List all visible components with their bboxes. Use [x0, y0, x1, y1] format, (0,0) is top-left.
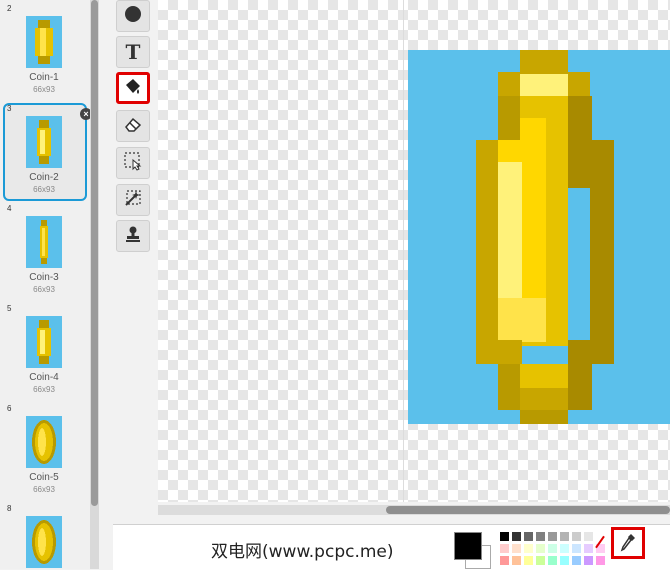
costume-item[interactable]: 8: [0, 500, 88, 569]
text-icon: T: [125, 40, 141, 64]
color-palette: [499, 531, 611, 567]
paint-bucket-icon: [124, 77, 142, 100]
palette-swatch[interactable]: [499, 531, 510, 542]
coin-bottom-left: [498, 364, 522, 410]
select-icon: [123, 151, 143, 176]
palette-swatch[interactable]: [511, 531, 522, 542]
coin-upper-face: [520, 118, 546, 140]
palette-swatch[interactable]: [511, 543, 522, 554]
palette-swatch[interactable]: [523, 543, 534, 554]
costume-list-scrollbar[interactable]: [90, 0, 99, 569]
palette-swatch[interactable]: [583, 531, 594, 542]
costume-name: Coin-4: [29, 372, 59, 383]
costume-size: 66x93: [33, 85, 55, 94]
eyedropper-icon: [620, 534, 635, 552]
costume-name: Coin-5: [29, 472, 59, 483]
canvas-scroll-thumb[interactable]: [386, 506, 670, 514]
costume-thumbnail: [26, 516, 62, 568]
costume-number: 4: [7, 204, 12, 213]
palette-swatch[interactable]: [583, 555, 594, 566]
palette-swatch[interactable]: [535, 543, 546, 554]
coin-lower-right: [568, 340, 614, 364]
palette-swatch[interactable]: [535, 555, 546, 566]
costume-name: Coin-3: [29, 272, 59, 283]
costume-number: 6: [7, 404, 12, 413]
drawing-canvas[interactable]: [158, 0, 670, 502]
coin-top-cap: [520, 50, 568, 72]
palette-swatch[interactable]: [595, 555, 606, 566]
coin-highlight: [498, 162, 522, 298]
palette-swatch[interactable]: [571, 543, 582, 554]
costume-number: 2: [7, 4, 12, 13]
costume-list: 2 Coin-1 66x93 3 Coin-2 66x93 4 Coin-3 66x93 5 Coi…: [0, 0, 90, 569]
ellipse-tool[interactable]: [116, 0, 150, 32]
coin-left-edge: [476, 140, 500, 340]
palette-swatch[interactable]: [523, 555, 534, 566]
costume-size: 66x93: [33, 285, 55, 294]
coin-mid-band: [546, 140, 568, 340]
costume-item[interactable]: 6 Coin-5 66x93: [0, 400, 88, 496]
palette-swatch[interactable]: [499, 543, 510, 554]
palette-swatch[interactable]: [511, 555, 522, 566]
coin-right-shadow: [568, 96, 592, 188]
costume-thumbnail: [26, 316, 62, 368]
costume-size: 66x93: [33, 485, 55, 494]
watermark-text: 双电网(www.pcpc.me): [211, 542, 394, 562]
palette-swatch[interactable]: [559, 555, 570, 566]
costume-size: 66x93: [33, 385, 55, 394]
text-tool[interactable]: T: [116, 36, 150, 68]
palette-swatch[interactable]: [547, 543, 558, 554]
magic-select-tool[interactable]: [116, 184, 150, 216]
delete-costume-button[interactable]: ×: [80, 108, 90, 120]
costume-item[interactable]: 3 Coin-2 66x93: [0, 100, 88, 201]
palette-swatch[interactable]: [535, 531, 546, 542]
costume-item[interactable]: 2 Coin-1 66x93: [0, 0, 88, 96]
coin-bottom-band: [520, 364, 568, 388]
coin-lower-face: [498, 298, 546, 342]
palette-swatch[interactable]: [499, 555, 510, 566]
costume-thumbnail: [26, 116, 62, 168]
fill-tool[interactable]: [116, 72, 150, 104]
coin-costume-image: [408, 50, 670, 424]
palette-swatch[interactable]: [523, 531, 534, 542]
palette-swatch[interactable]: [547, 531, 558, 542]
select-tool[interactable]: [116, 147, 150, 179]
costume-number: 3: [7, 104, 12, 113]
tool-column: T: [100, 0, 158, 569]
palette-swatch[interactable]: [583, 543, 594, 554]
coin-top-shine: [520, 74, 568, 96]
canvas-horizontal-scrollbar[interactable]: [158, 505, 670, 515]
canvas-center-guide: [403, 0, 404, 502]
eyedropper-button[interactable]: [611, 527, 645, 559]
eraser-icon: [124, 116, 142, 137]
costume-thumbnail: [26, 416, 62, 468]
coin-bottom-cap: [520, 388, 568, 410]
coin-lower-left: [476, 340, 522, 364]
costume-number: 8: [7, 504, 12, 513]
costume-thumbnail: [26, 16, 62, 68]
eraser-tool[interactable]: [116, 110, 150, 142]
palette-swatch[interactable]: [559, 531, 570, 542]
circle-icon: [124, 5, 142, 28]
costume-thumbnail: [26, 216, 62, 268]
palette-swatch[interactable]: [559, 543, 570, 554]
stamp-icon: [124, 225, 142, 248]
costume-list-scroll-thumb[interactable]: [91, 0, 98, 506]
magic-wand-icon: [123, 188, 143, 213]
costume-size: 66x93: [33, 185, 55, 194]
coin-base: [520, 410, 568, 424]
coin-bottom-right: [568, 364, 592, 410]
coin-right-edge: [590, 140, 614, 340]
palette-swatch[interactable]: [547, 555, 558, 566]
costume-name: Coin-2: [29, 172, 59, 183]
costume-item[interactable]: 4 Coin-3 66x93: [0, 200, 88, 296]
palette-swatch[interactable]: [571, 531, 582, 542]
primary-color-swatch[interactable]: [454, 532, 482, 560]
costume-name: Coin-1: [29, 72, 59, 83]
stamp-tool[interactable]: [116, 220, 150, 252]
costume-number: 5: [7, 304, 12, 313]
costume-item[interactable]: 5 Coin-4 66x93: [0, 300, 88, 396]
color-bar: 双电网(www.pcpc.me): [113, 524, 670, 570]
palette-swatch[interactable]: [571, 555, 582, 566]
